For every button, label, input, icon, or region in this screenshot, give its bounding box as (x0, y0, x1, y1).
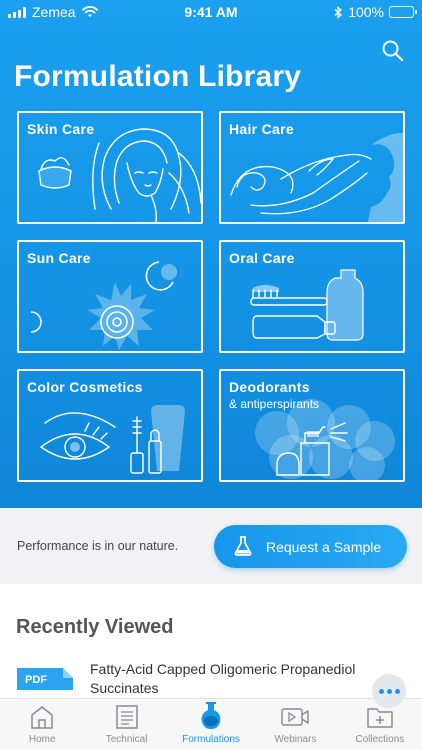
pdf-badge: PDF (25, 674, 47, 686)
tile-label: Sun Care (27, 250, 91, 266)
promo-text: Performance is in our nature. (17, 539, 179, 553)
tab-collections[interactable]: Collections (338, 699, 422, 750)
pdf-icon: PDF (17, 668, 73, 690)
tab-home[interactable]: Home (0, 699, 84, 750)
request-sample-label: Request a Sample (266, 538, 382, 555)
video-icon (281, 708, 310, 726)
tile-label: Color Cosmetics (27, 379, 143, 395)
recent-item-title: Fatty-Acid Capped Oligomeric Propanediol… (90, 661, 356, 696)
more-dots-icon (378, 688, 400, 694)
tab-label: Collections (355, 734, 405, 745)
flask-icon (234, 536, 252, 556)
status-right: 100% (334, 4, 417, 20)
document-icon (115, 705, 138, 729)
category-tile-sun-care[interactable]: Sun Care (17, 240, 203, 353)
flask-icon (201, 702, 221, 729)
tab-technical[interactable]: Technical (84, 699, 168, 750)
request-sample-button[interactable]: Request a Sample (214, 525, 407, 568)
tile-label: Hair Care (229, 121, 294, 137)
tab-formulations[interactable]: Formulations (169, 699, 253, 750)
search-icon (382, 40, 404, 62)
tile-label: Deodorants (229, 379, 310, 395)
category-tile-deodorants[interactable]: Deodorants & antiperspirants (219, 369, 405, 482)
status-bar: Zemea 9:41 AM 100% (0, 0, 422, 24)
home-icon (31, 706, 53, 729)
tile-label: Oral Care (229, 250, 295, 266)
hero-header: Zemea 9:41 AM 100% Formulation Library S… (0, 0, 422, 508)
more-options-button[interactable] (372, 674, 406, 708)
category-tile-hair-care[interactable]: Hair Care (219, 111, 405, 224)
tile-label: Skin Care (27, 121, 95, 137)
battery-percent: 100% (348, 4, 384, 20)
tab-webinars[interactable]: Webinars (253, 699, 337, 750)
tab-label: Home (28, 734, 56, 745)
search-button[interactable] (380, 38, 406, 64)
category-tile-color-cosmetics[interactable]: Color Cosmetics (17, 369, 203, 482)
tab-bar: Home Technical Formulations Webinars Col… (0, 698, 422, 750)
category-tile-oral-care[interactable]: Oral Care (219, 240, 405, 353)
bluetooth-icon (334, 5, 343, 19)
page-title: Formulation Library (14, 60, 302, 93)
tile-sublabel: & antiperspirants (229, 397, 320, 411)
battery-icon (389, 6, 417, 18)
recently-viewed-title: Recently Viewed (16, 616, 174, 638)
tab-label: Formulations (182, 734, 240, 745)
tab-label: Technical (105, 734, 148, 745)
tab-label: Webinars (274, 734, 317, 745)
category-tile-skin-care[interactable]: Skin Care (17, 111, 203, 224)
